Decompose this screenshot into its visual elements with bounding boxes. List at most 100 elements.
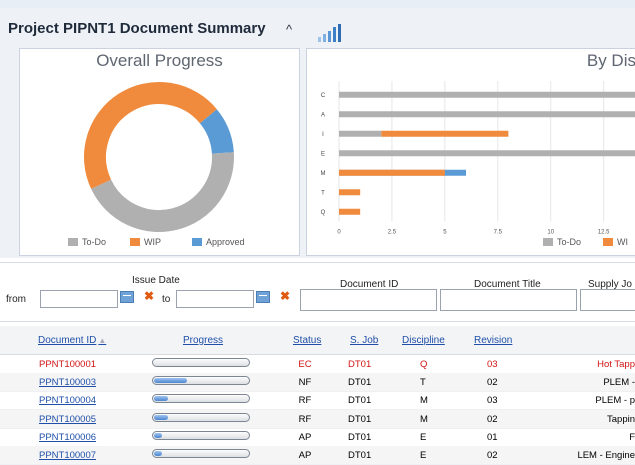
status-cell: AP	[298, 431, 312, 443]
table-row[interactable]: PPNT100004 RF DT01 M 03 PLEM - p	[0, 391, 635, 411]
charts-area: Overall Progress To-Do WIP Approved By D…	[0, 48, 635, 258]
discipline-cell: M	[420, 413, 428, 425]
progress-fill	[154, 414, 169, 420]
col-document-id[interactable]: Document ID ▲	[38, 335, 106, 346]
x-tick-label: 5	[443, 230, 447, 236]
bar-to-do-c	[339, 91, 635, 98]
clear-to-icon[interactable]: ✖	[280, 289, 290, 303]
table-row[interactable]: PPNT100006 AP DT01 E 01 F	[0, 428, 635, 447]
discipline-cell: E	[420, 431, 427, 443]
x-tick-label: 0	[337, 230, 341, 236]
from-label: from	[6, 294, 26, 305]
col-progress[interactable]: Progress	[183, 335, 223, 346]
legend-approved-label: Approved	[206, 237, 245, 247]
table-row[interactable]: PPNT100007 AP DT01 E 02 LEM - Engine	[0, 446, 635, 465]
doc-id-link[interactable]: PPNT100007	[39, 450, 96, 461]
doc-id-anchor[interactable]: PPNT100006	[39, 432, 96, 443]
donut-slice-wip	[84, 82, 217, 189]
progress-bar	[152, 412, 250, 422]
sjob-cell: DT01	[348, 450, 372, 461]
progress-fill	[154, 378, 187, 384]
x-tick-label: 7.5	[494, 230, 503, 236]
donut-slice-approved	[199, 109, 234, 155]
overall-progress-donut	[84, 82, 234, 232]
grid-header: Document ID ▲ Progress Status S. Job Disc…	[0, 326, 635, 355]
legend-dis-wip-label: WI	[617, 237, 628, 247]
calendar-from-icon[interactable]	[120, 291, 134, 303]
table-row[interactable]: PPNT100003 NF DT01 T 02 PLEM -	[0, 373, 635, 393]
revision-cell: 02	[487, 450, 498, 461]
doc-id-link[interactable]: PPNT100001	[39, 359, 96, 370]
discipline-cell: M	[420, 395, 428, 407]
legend-wip: WIP	[130, 237, 161, 247]
table-row[interactable]: PPNT100005 RF DT01 M 02 Tappin	[0, 409, 635, 429]
status-cell: RF	[298, 395, 312, 407]
legend-todo-swatch	[68, 238, 78, 246]
col-revision[interactable]: Revision	[474, 335, 512, 346]
issue-date-from-input[interactable]	[40, 290, 118, 308]
issue-date-to-input[interactable]	[176, 290, 254, 308]
clear-from-icon[interactable]: ✖	[144, 289, 154, 303]
sjob-cell: DT01	[348, 395, 372, 407]
col-sjob[interactable]: S. Job	[350, 335, 378, 346]
bar-wip-i	[381, 130, 509, 137]
sjob-cell: DT01	[348, 413, 372, 425]
progress-fill	[154, 451, 162, 456]
issue-date-label: Issue Date	[132, 275, 180, 286]
overall-progress-title: Overall Progress	[96, 51, 223, 70]
x-tick-label: 12.5	[598, 230, 610, 236]
status-cell: NF	[298, 377, 312, 389]
supply-job-filter-input[interactable]	[580, 289, 635, 311]
document-title-filter-input[interactable]	[440, 289, 577, 311]
progress-fill	[154, 432, 162, 438]
status-cell: AP	[298, 450, 312, 461]
calendar-to-icon[interactable]	[256, 291, 270, 303]
legend-dis-todo: To-Do	[543, 237, 581, 247]
signal-bars-icon[interactable]	[318, 24, 344, 42]
summary-header: Project PIPNT1 Document Summary ^	[0, 8, 635, 49]
collapse-caret-icon[interactable]: ^	[286, 22, 292, 37]
progress-bar	[152, 358, 250, 367]
legend-todo-label: To-Do	[82, 237, 107, 247]
sort-asc-icon: ▲	[98, 336, 107, 345]
progress-bar	[152, 449, 250, 458]
category-label: Q	[321, 210, 326, 216]
sjob-cell: DT01	[348, 431, 372, 443]
col-status[interactable]: Status	[293, 335, 321, 346]
revision-cell: 03	[487, 395, 498, 407]
page-title: Project PIPNT1 Document Summary	[8, 20, 266, 37]
category-label: E	[321, 151, 325, 157]
bar-wip-t	[339, 189, 361, 196]
progress-bar	[152, 430, 250, 440]
to-label: to	[162, 294, 171, 305]
revision-cell: 03	[487, 359, 498, 370]
doc-id-anchor[interactable]: PPNT100005	[39, 414, 96, 425]
doc-id-anchor[interactable]: PPNT100007	[39, 450, 96, 461]
doc-id-link[interactable]: PPNT100003	[39, 377, 96, 388]
discipline-cell: E	[420, 450, 427, 461]
document-id-filter-input[interactable]	[300, 289, 437, 311]
legend-dis-wip: WI	[603, 237, 628, 247]
sjob-cell: DT01	[348, 359, 372, 370]
title-cell: PLEM - p	[595, 395, 635, 407]
x-tick-label: 10	[547, 230, 554, 236]
legend-todo: To-Do	[68, 237, 106, 247]
bar-wip-m	[339, 169, 445, 176]
by-discipline-bar-chart: 0 2.5 5 7.5 10 12.5 C A I E M T Q	[321, 81, 635, 236]
x-tick-label: 2.5	[388, 230, 397, 236]
title-cell: PLEM -	[603, 377, 635, 389]
title-cell: Hot Tapp	[597, 359, 635, 370]
doc-id-anchor[interactable]: PPNT100003	[39, 377, 96, 388]
progress-bar	[152, 376, 250, 386]
table-row[interactable]: PPNT100001 EC DT01 Q 03 Hot Tapp	[0, 355, 635, 374]
sjob-cell: DT01	[348, 377, 372, 389]
col-document-id-label: Document ID	[38, 335, 97, 346]
doc-id-anchor[interactable]: PPNT100004	[39, 395, 96, 406]
col-discipline[interactable]: Discipline	[402, 335, 445, 346]
bar-to-do-a	[339, 111, 635, 118]
doc-id-link[interactable]: PPNT100005	[39, 414, 96, 425]
legend-approved: Approved	[192, 237, 245, 247]
doc-id-link[interactable]: PPNT100006	[39, 432, 96, 443]
doc-id-link[interactable]: PPNT100004	[39, 395, 96, 406]
title-cell: LEM - Engine	[577, 450, 635, 461]
